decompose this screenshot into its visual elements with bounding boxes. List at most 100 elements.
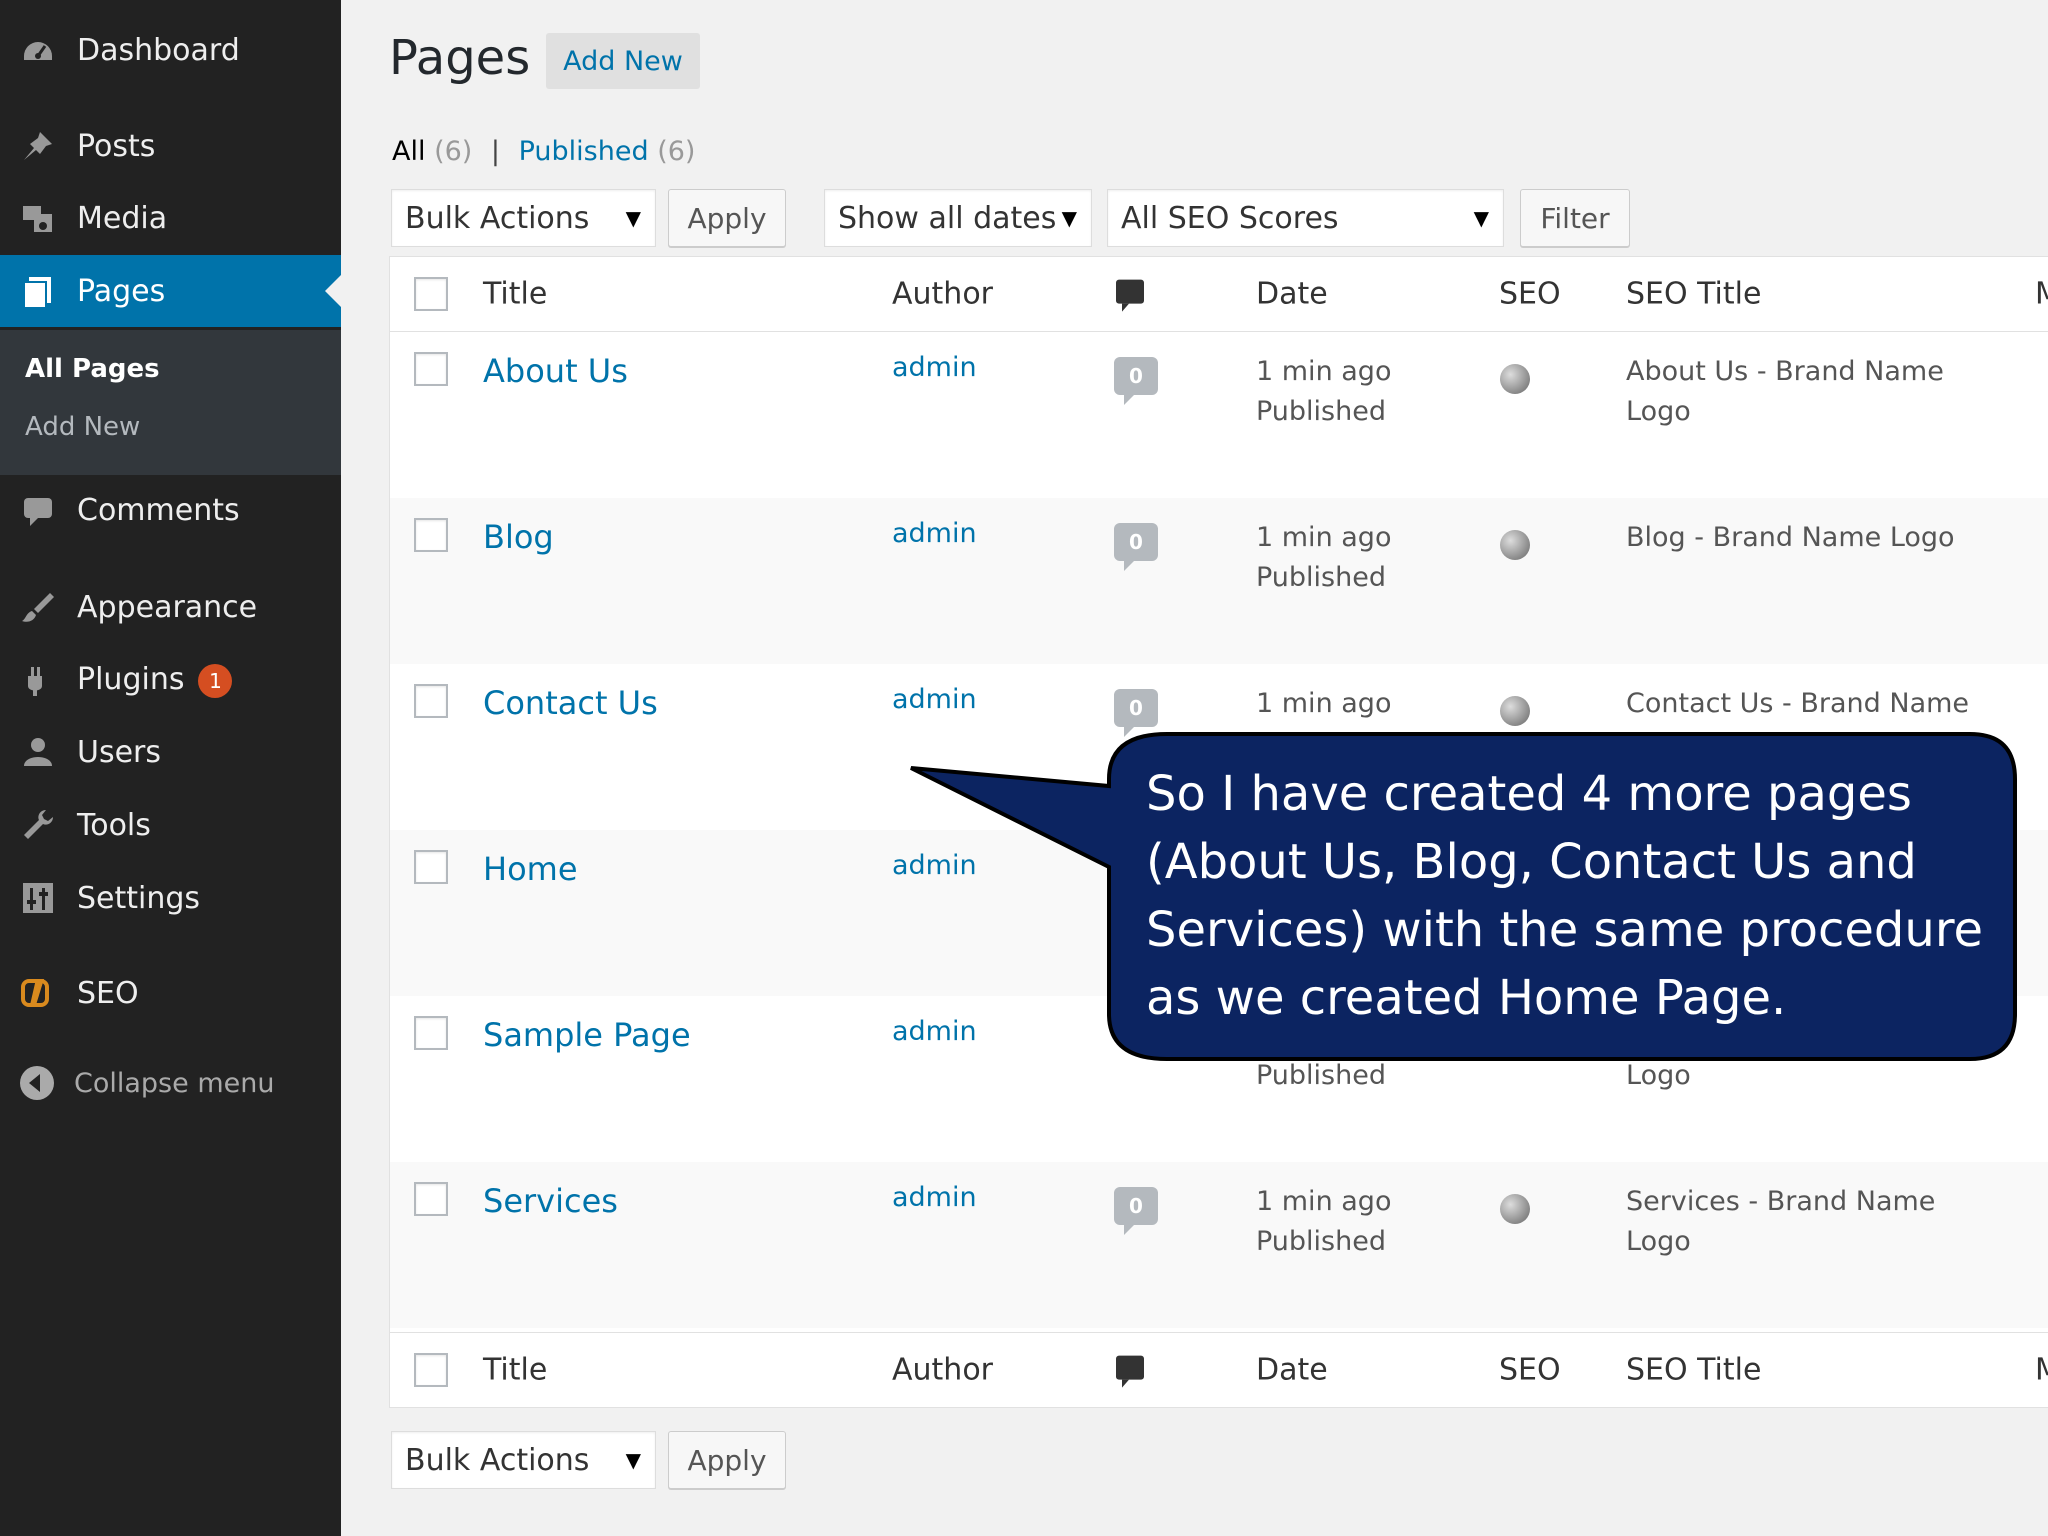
seo-title-cell: About Us - Brand Name Logo [1626,356,1944,427]
table-row: Services admin 0 1 min ago Published Serv… [390,1162,2048,1328]
menu-item-media[interactable]: Media [0,186,341,250]
column-extra[interactable]: M [2035,1353,2048,1388]
menu-label-comments: Comments [77,492,240,528]
comments-column-icon[interactable] [1116,279,1144,312]
page-title-link[interactable]: About Us [483,352,628,390]
brush-icon [20,589,56,625]
seo-score-icon [1500,530,1530,560]
menu-label-posts: Posts [77,128,156,164]
menu-label-tools: Tools [77,807,151,843]
seo-score-icon [1500,364,1530,394]
comment-count-icon[interactable]: 0 [1114,1187,1158,1235]
wrench-icon [20,807,56,843]
page-title: Pages [389,30,531,86]
author-link[interactable]: admin [892,1182,977,1213]
row-checkbox[interactable] [414,684,448,718]
page-title-link[interactable]: Sample Page [483,1016,691,1054]
bulk-actions-value: Bulk Actions [405,200,590,236]
pages-icon [20,273,56,309]
filter-all-link[interactable]: All (6) [392,136,472,167]
table-row: About Us admin 0 1 min ago Published Abou… [390,332,2048,498]
seo-title-cell: Contact Us - Brand Name [1626,688,1970,719]
author-link[interactable]: admin [892,1016,977,1047]
comment-count-icon[interactable]: 0 [1114,523,1158,571]
column-seo-title[interactable]: SEO Title [1626,277,1761,312]
menu-item-tools[interactable]: Tools [0,793,341,857]
collapse-menu-button[interactable]: Collapse menu [20,1066,274,1100]
menu-item-users[interactable]: Users [0,720,341,784]
page-title-link[interactable]: Services [483,1182,618,1220]
submenu-all-pages[interactable]: All Pages [25,354,160,384]
dashboard-icon [20,32,56,68]
column-extra[interactable]: M [2035,277,2048,312]
table-row: Blog admin 0 1 min ago Published Blog - B… [390,498,2048,664]
row-checkbox[interactable] [414,850,448,884]
row-checkbox[interactable] [414,518,448,552]
author-link[interactable]: admin [892,684,977,715]
menu-label-users: Users [77,734,162,770]
seo-icon [20,975,56,1011]
menu-item-settings[interactable]: Settings [0,866,341,930]
comment-count-icon[interactable]: 0 [1114,689,1158,737]
author-link[interactable]: admin [892,850,977,881]
column-seo-title[interactable]: SEO Title [1626,1353,1761,1388]
menu-label-seo: SEO [77,975,139,1011]
author-link[interactable]: admin [892,518,977,549]
date-cell: 1 min ago Published [1256,356,1392,427]
comments-icon [20,492,56,528]
comments-column-icon[interactable] [1116,1355,1144,1388]
submenu-add-new[interactable]: Add New [25,412,140,442]
column-date[interactable]: Date [1256,1353,1328,1388]
collapse-menu-label: Collapse menu [74,1067,275,1099]
column-title[interactable]: Title [483,1353,547,1388]
update-count-badge: 1 [198,663,233,698]
apply-button[interactable]: Apply [668,189,786,247]
seo-scores-value: All SEO Scores [1121,200,1339,236]
column-seo[interactable]: SEO [1499,1353,1561,1388]
filter-button[interactable]: Filter [1520,189,1630,247]
seo-title-cell: Blog - Brand Name Logo [1626,522,1955,553]
dropdown-arrow-icon: ▼ [625,206,641,230]
bulk-actions-select[interactable]: Bulk Actions ▼ [391,189,656,247]
add-new-page-button[interactable]: Add New [546,33,700,89]
pin-icon [20,128,56,164]
seo-score-icon [1500,696,1530,726]
pages-submenu: All Pages Add New [0,330,341,475]
column-seo[interactable]: SEO [1499,277,1561,312]
dropdown-arrow-icon: ▼ [625,1448,641,1472]
menu-item-pages[interactable]: Pages [0,255,341,327]
menu-item-posts[interactable]: Posts [0,114,341,178]
column-author: Author [892,1352,994,1388]
callout-text: So I have created 4 more pages (About Us… [1146,766,1984,1026]
status-filter-links: All (6) | Published (6) [392,136,695,167]
filter-published-link[interactable]: Published (6) [519,136,696,167]
column-title[interactable]: Title [483,277,547,312]
table-header: Title Author Date SEO SEO Title M [390,257,2048,332]
author-link[interactable]: admin [892,352,977,383]
menu-item-appearance[interactable]: Appearance [0,575,341,639]
row-checkbox[interactable] [414,1182,448,1216]
table-footer: Title Author Date SEO SEO Title M [390,1332,2048,1407]
select-all-checkbox[interactable] [414,277,448,311]
menu-label-media: Media [77,200,168,236]
row-checkbox[interactable] [414,352,448,386]
page-title-link[interactable]: Contact Us [483,684,658,722]
menu-item-seo[interactable]: SEO [0,961,341,1025]
comment-count-icon[interactable]: 0 [1114,357,1158,405]
menu-item-dashboard[interactable]: Dashboard [0,18,341,82]
page-title-link[interactable]: Blog [483,518,554,556]
apply-button-bottom[interactable]: Apply [668,1431,786,1489]
settings-icon [20,880,56,916]
seo-scores-select[interactable]: All SEO Scores ▼ [1107,189,1504,247]
menu-item-comments[interactable]: Comments [0,478,341,542]
bulk-actions-select-bottom[interactable]: Bulk Actions ▼ [391,1431,656,1489]
date-cell: 1 min ago Published [1256,1186,1392,1257]
date-cell: 1 min ago Published [1256,522,1392,593]
column-date[interactable]: Date [1256,277,1328,312]
select-all-checkbox[interactable] [414,1353,448,1387]
row-checkbox[interactable] [414,1016,448,1050]
menu-label-settings: Settings [77,880,201,916]
dates-filter-select[interactable]: Show all dates ▼ [824,189,1092,247]
menu-item-plugins[interactable]: Plugins 1 [0,648,341,712]
page-title-link[interactable]: Home [483,850,578,888]
